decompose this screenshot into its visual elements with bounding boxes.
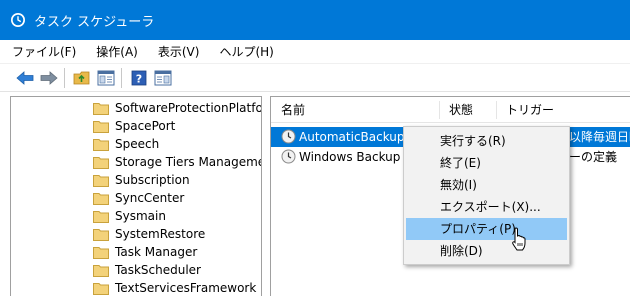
tree-item[interactable]: TaskScheduler (93, 261, 201, 279)
folder-icon (93, 102, 109, 115)
tree-item[interactable]: TextServicesFramework (93, 279, 256, 296)
window-title: タスク スケジューラ (34, 14, 155, 30)
folder-icon (93, 192, 109, 205)
tree-item[interactable]: Storage Tiers Management (93, 153, 262, 171)
tree-item-label: Task Manager (115, 245, 198, 259)
show-hide-action-pane-button[interactable] (152, 67, 174, 89)
menu-file[interactable]: ファイル(F) (0, 40, 86, 64)
context-menu-end[interactable]: 終了(E) (406, 152, 567, 174)
tree-item-label: SystemRestore (115, 227, 206, 241)
context-menu-properties[interactable]: プロパティ(P) (406, 218, 567, 240)
folder-icon (93, 156, 109, 169)
folder-icon (93, 138, 109, 151)
tree-item[interactable]: SyncCenter (93, 189, 184, 207)
folder-icon (93, 174, 109, 187)
forward-arrow-icon (40, 70, 58, 85)
folder-icon (93, 228, 109, 241)
tree-item[interactable]: Sysmain (93, 207, 166, 225)
tree-item-label: SyncCenter (115, 191, 185, 205)
column-header-status[interactable]: 状態 (439, 97, 473, 123)
task-trigger: 以降毎週日曜 (569, 130, 630, 144)
tree-item-label: TextServicesFramework (115, 281, 257, 295)
folder-icon (93, 264, 109, 277)
menu-action[interactable]: 操作(A) (86, 40, 148, 64)
tree-item[interactable]: SystemRestore (93, 225, 205, 243)
tree-item-label: SoftwareProtectionPlatform (115, 101, 262, 115)
menu-help[interactable]: ヘルプ(H) (209, 40, 283, 64)
tree-item[interactable]: Speech (93, 135, 159, 153)
back-button[interactable] (14, 67, 36, 89)
context-menu-delete[interactable]: 削除(D) (406, 240, 567, 262)
folder-icon (93, 246, 109, 259)
folder-icon (93, 120, 109, 133)
task-trigger: ーの定義 (569, 150, 618, 164)
title-bar: タスク スケジューラ (0, 0, 630, 40)
tree-item-label: Speech (115, 137, 160, 151)
tree-item-label: SpacePort (115, 119, 176, 133)
list-header: 名前 状態 トリガー (271, 97, 630, 123)
menu-bar: ファイル(F) 操作(A) 表示(V) ヘルプ(H) (0, 40, 630, 64)
context-menu-run[interactable]: 実行する(R) (406, 130, 567, 152)
column-header-name[interactable]: 名前 (271, 97, 305, 123)
clock-icon (281, 149, 296, 164)
tree-item[interactable]: Subscription (93, 171, 190, 189)
up-folder-icon (73, 71, 90, 84)
console-tree: SoftwareProtectionPlatform SpacePort Spe… (10, 96, 262, 296)
task-name: AutomaticBackup (299, 130, 405, 144)
tree-item-label: Storage Tiers Management (115, 155, 262, 169)
folder-icon (93, 282, 109, 295)
toolbar-separator (121, 67, 122, 88)
tree-item[interactable]: Task Manager (93, 243, 197, 261)
folder-icon (93, 210, 109, 223)
show-hide-console-tree-icon (97, 70, 115, 85)
show-hide-console-tree-button[interactable] (95, 67, 117, 89)
forward-button[interactable] (38, 67, 60, 89)
column-header-trigger[interactable]: トリガー (496, 97, 554, 123)
toolbar: ? (0, 64, 630, 92)
context-menu-disable[interactable]: 無効(I) (406, 174, 567, 196)
help-icon: ? (131, 70, 147, 85)
tree-item-label: TaskScheduler (115, 263, 201, 277)
clock-icon (281, 129, 296, 144)
back-arrow-icon (16, 70, 34, 85)
context-menu: 実行する(R) 終了(E) 無効(I) エクスポート(X)... プロパティ(P… (403, 126, 570, 265)
tree-item[interactable]: SpacePort (93, 117, 175, 135)
clock-icon (11, 13, 25, 27)
context-menu-export[interactable]: エクスポート(X)... (406, 196, 567, 218)
mouse-cursor-icon (512, 227, 526, 251)
toolbar-separator (64, 67, 65, 88)
tree-item-label: Sysmain (115, 209, 166, 223)
svg-text:?: ? (136, 72, 142, 85)
tree-item[interactable]: SoftwareProtectionPlatform (93, 99, 262, 117)
menu-view[interactable]: 表示(V) (148, 40, 210, 64)
up-folder-button[interactable] (71, 67, 93, 89)
tree-item-label: Subscription (115, 173, 190, 187)
show-hide-action-pane-icon (154, 70, 172, 85)
help-button[interactable]: ? (128, 67, 150, 89)
